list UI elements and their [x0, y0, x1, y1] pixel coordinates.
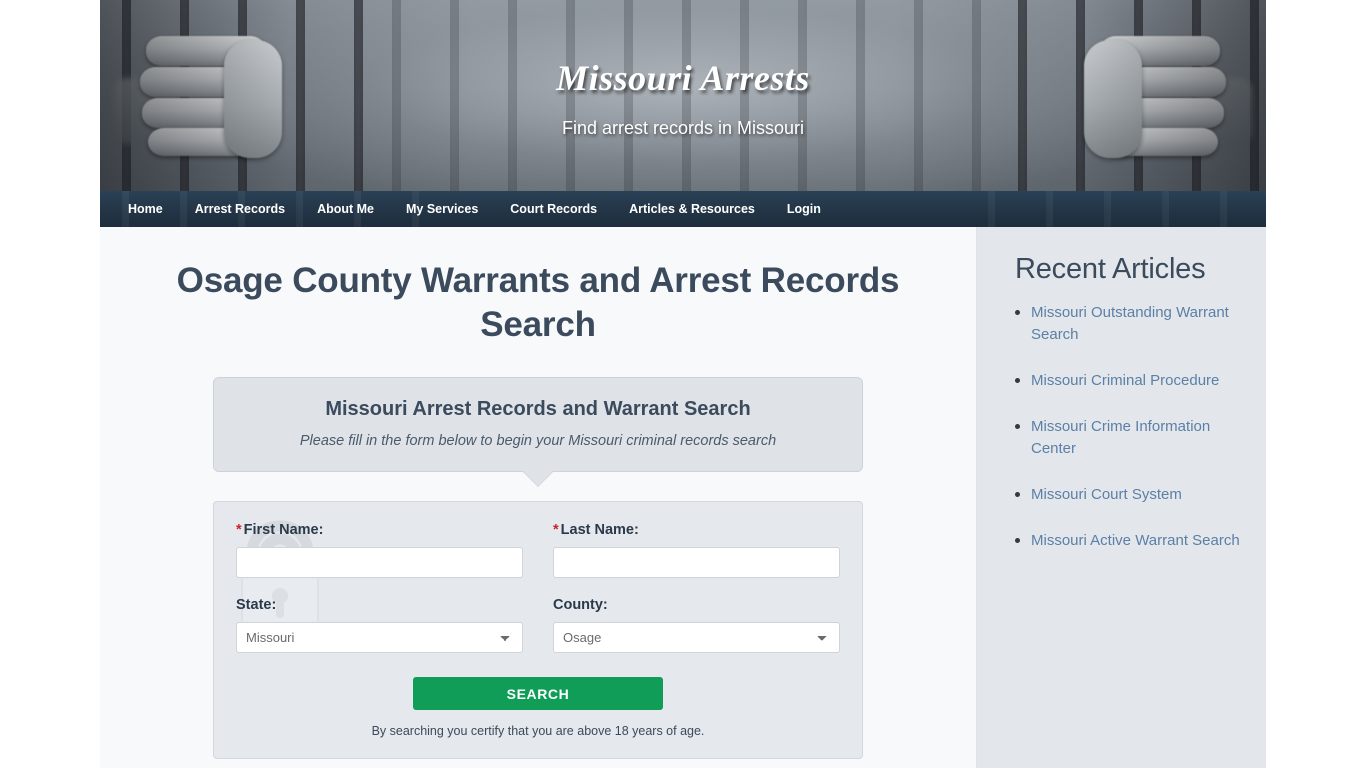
arrest-search-form: * First Name: * Last Name: State: Missou… — [213, 501, 863, 759]
required-asterisk: * — [236, 522, 242, 538]
nav-item-articles-resources[interactable]: Articles & Resources — [613, 191, 771, 227]
search-form-area: Missouri Arrest Records and Warrant Sear… — [213, 377, 863, 759]
location-fields-row: State: Missouri County: Osage — [236, 597, 840, 653]
county-select[interactable]: Osage — [553, 622, 840, 653]
main-column: Osage County Warrants and Arrest Records… — [100, 227, 977, 768]
site-banner: Missouri Arrests Find arrest records in … — [100, 0, 1266, 191]
sidebar-title: Recent Articles — [1015, 253, 1206, 285]
nav-item-my-services[interactable]: My Services — [390, 191, 494, 227]
site-tagline: Find arrest records in Missouri — [561, 118, 805, 138]
search-button[interactable]: SEARCH — [413, 677, 663, 710]
sidebar: Recent Articles Missouri Outstanding War… — [977, 227, 1266, 768]
callout-pointer-icon — [523, 471, 553, 486]
callout-title: Missouri Arrest Records and Warrant Sear… — [325, 398, 751, 420]
first-name-label-text: First Name: — [243, 522, 324, 538]
recent-articles-list: Missouri Outstanding Warrant Search Miss… — [977, 302, 1266, 552]
nav-item-login[interactable]: Login — [771, 191, 837, 227]
state-cell: State: Missouri — [236, 597, 523, 653]
name-fields-row: * First Name: * Last Name: — [236, 522, 840, 578]
first-name-input[interactable] — [236, 547, 523, 578]
page-title: Osage County Warrants and Arrest Records… — [176, 261, 900, 344]
required-asterisk: * — [553, 522, 559, 538]
row-spacer — [236, 578, 840, 597]
search-callout: Missouri Arrest Records and Warrant Sear… — [213, 377, 863, 486]
first-name-cell: * First Name: — [236, 522, 523, 578]
list-item: Missouri Court System — [1015, 484, 1250, 506]
county-cell: County: Osage — [553, 597, 840, 653]
last-name-label: * Last Name: — [553, 522, 840, 538]
content-area: Osage County Warrants and Arrest Records… — [100, 227, 1266, 768]
main-navigation: Home Arrest Records About Me My Services… — [100, 191, 1266, 227]
sidebar-link-court-system[interactable]: Missouri Court System — [1031, 486, 1182, 503]
nav-item-home[interactable]: Home — [112, 191, 179, 227]
last-name-cell: * Last Name: — [553, 522, 840, 578]
list-item: Missouri Crime Information Center — [1015, 416, 1250, 460]
sidebar-link-criminal-procedure[interactable]: Missouri Criminal Procedure — [1031, 372, 1219, 389]
list-item: Missouri Criminal Procedure — [1015, 370, 1250, 392]
sidebar-link-active-warrant-search[interactable]: Missouri Active Warrant Search — [1031, 532, 1240, 549]
state-select[interactable]: Missouri — [236, 622, 523, 653]
page-root: Missouri Arrests Find arrest records in … — [0, 0, 1366, 768]
county-label: County: — [553, 597, 608, 613]
submit-row: SEARCH — [236, 677, 840, 710]
nav-item-arrest-records[interactable]: Arrest Records — [179, 191, 301, 227]
callout-subtitle: Please fill in the form below to begin y… — [299, 433, 777, 449]
site-container: Missouri Arrests Find arrest records in … — [100, 0, 1266, 768]
sidebar-link-crime-information-center[interactable]: Missouri Crime Information Center — [1031, 418, 1210, 457]
first-name-label: * First Name: — [236, 522, 523, 538]
list-item: Missouri Active Warrant Search — [1015, 530, 1250, 552]
list-item: Missouri Outstanding Warrant Search — [1015, 302, 1250, 346]
last-name-input[interactable] — [553, 547, 840, 578]
last-name-label-text: Last Name: — [560, 522, 639, 538]
site-title: Missouri Arrests — [556, 58, 810, 98]
nav-item-court-records[interactable]: Court Records — [494, 191, 613, 227]
sidebar-link-outstanding-warrant-search[interactable]: Missouri Outstanding Warrant Search — [1031, 304, 1229, 343]
nav-item-about-me[interactable]: About Me — [301, 191, 390, 227]
certify-text: By searching you certify that you are ab… — [371, 724, 705, 738]
state-label: State: — [236, 597, 277, 613]
